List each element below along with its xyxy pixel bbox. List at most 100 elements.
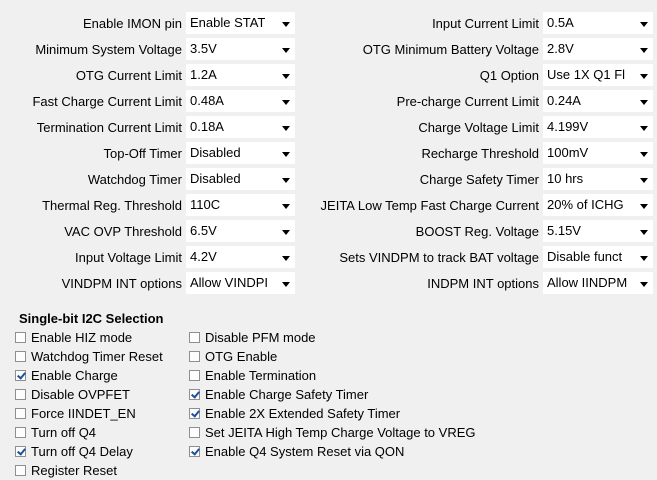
checkbox-unchecked-icon[interactable] xyxy=(15,427,26,438)
checkbox-unchecked-icon[interactable] xyxy=(15,408,26,419)
setting-label: Charge Safety Timer xyxy=(419,171,539,187)
vindpm-int-options-dropdown[interactable]: Allow VINDPI xyxy=(186,272,295,294)
dropdown-value: 0.18A xyxy=(190,119,224,134)
setting-label: Q1 Option xyxy=(479,67,539,83)
chevron-down-icon[interactable] xyxy=(282,100,290,105)
q1-option-dropdown[interactable]: Use 1X Q1 Fl xyxy=(543,64,653,86)
checkbox-enable-q4-system-reset-via-qon[interactable]: Enable Q4 System Reset via QON xyxy=(189,442,476,461)
dropdown-value: Enable STAT xyxy=(190,15,266,30)
i2c-section-title: Single-bit I2C Selection xyxy=(19,311,164,326)
checkbox-checked-icon[interactable] xyxy=(189,389,200,400)
minimum-system-voltage-dropdown[interactable]: 3.5V xyxy=(186,38,295,60)
chevron-down-icon[interactable] xyxy=(282,204,290,209)
chevron-down-icon[interactable] xyxy=(640,204,648,209)
charge-safety-timer-dropdown[interactable]: 10 hrs xyxy=(543,168,653,190)
settings-panel: Enable IMON pin Enable STAT Minimum System… xyxy=(0,0,657,310)
checkbox-watchdog-timer-reset[interactable]: Watchdog Timer Reset xyxy=(15,347,163,366)
setting-label: OTG Minimum Battery Voltage xyxy=(362,41,539,57)
checkbox-unchecked-icon[interactable] xyxy=(189,351,200,362)
jeita-low-temp-fast-charge-current-dropdown[interactable]: 20% of ICHG xyxy=(543,194,653,216)
checkbox-unchecked-icon[interactable] xyxy=(15,332,26,343)
sets-vindpm-to-track-bat-voltage-dropdown[interactable]: Disable funct xyxy=(543,246,653,268)
checkbox-unchecked-icon[interactable] xyxy=(189,332,200,343)
input-voltage-limit-dropdown[interactable]: 4.2V xyxy=(186,246,295,268)
chevron-down-icon[interactable] xyxy=(282,152,290,157)
setting-row-charge-voltage-limit: Charge Voltage Limit 4.199V xyxy=(300,114,657,140)
charge-voltage-limit-dropdown[interactable]: 4.199V xyxy=(543,116,653,138)
checkbox-enable-charge-safety-timer[interactable]: Enable Charge Safety Timer xyxy=(189,385,476,404)
checkbox-checked-icon[interactable] xyxy=(189,408,200,419)
checkbox-disable-ovpfet[interactable]: Disable OVPFET xyxy=(15,385,163,404)
chevron-down-icon[interactable] xyxy=(282,178,290,183)
checkbox-enable-hiz-mode[interactable]: Enable HIZ mode xyxy=(15,328,163,347)
setting-row-minimum-system-voltage: Minimum System Voltage 3.5V xyxy=(0,36,300,62)
otg-current-limit-dropdown[interactable]: 1.2A xyxy=(186,64,295,86)
dropdown-value: 20% of ICHG xyxy=(547,197,624,212)
checkbox-label: Watchdog Timer Reset xyxy=(31,349,163,364)
chevron-down-icon[interactable] xyxy=(282,74,290,79)
vac-ovp-threshold-dropdown[interactable]: 6.5V xyxy=(186,220,295,242)
dropdown-value: 2.8V xyxy=(547,41,574,56)
checkbox-unchecked-icon[interactable] xyxy=(189,370,200,381)
dropdown-value: Disable funct xyxy=(547,249,623,264)
watchdog-timer-dropdown[interactable]: Disabled xyxy=(186,168,295,190)
thermal-reg-threshold-dropdown[interactable]: 110C xyxy=(186,194,295,216)
checkbox-unchecked-icon[interactable] xyxy=(15,465,26,476)
chevron-down-icon[interactable] xyxy=(640,256,648,261)
setting-label: Thermal Reg. Threshold xyxy=(42,197,182,213)
chevron-down-icon[interactable] xyxy=(640,48,648,53)
chevron-down-icon[interactable] xyxy=(640,152,648,157)
settings-right-column: Input Current Limit 0.5A OTG Minimum Batte… xyxy=(300,10,657,296)
pre-charge-current-limit-dropdown[interactable]: 0.24A xyxy=(543,90,653,112)
setting-row-otg-minimum-battery-voltage: OTG Minimum Battery Voltage 2.8V xyxy=(300,36,657,62)
chevron-down-icon[interactable] xyxy=(640,126,648,131)
checkbox-enable-2x-extended-safety-timer[interactable]: Enable 2X Extended Safety Timer xyxy=(189,404,476,423)
checkbox-otg-enable[interactable]: OTG Enable xyxy=(189,347,476,366)
checkbox-turn-off-q4[interactable]: Turn off Q4 xyxy=(15,423,163,442)
enable-imon-pin-dropdown[interactable]: Enable STAT xyxy=(186,12,295,34)
checkbox-checked-icon[interactable] xyxy=(15,446,26,457)
checkbox-enable-charge[interactable]: Enable Charge xyxy=(15,366,163,385)
chevron-down-icon[interactable] xyxy=(282,256,290,261)
chevron-down-icon[interactable] xyxy=(640,74,648,79)
checkbox-register-reset[interactable]: Register Reset xyxy=(15,461,163,480)
checkbox-enable-termination[interactable]: Enable Termination xyxy=(189,366,476,385)
setting-label: Minimum System Voltage xyxy=(35,41,182,57)
checkbox-label: Disable PFM mode xyxy=(205,330,316,345)
i2c-checkbox-column-right: Disable PFM mode OTG Enable Enable Termina… xyxy=(189,328,476,461)
checkbox-disable-pfm-mode[interactable]: Disable PFM mode xyxy=(189,328,476,347)
chevron-down-icon[interactable] xyxy=(282,230,290,235)
chevron-down-icon[interactable] xyxy=(640,178,648,183)
checkbox-force-iindet-en[interactable]: Force IINDET_EN xyxy=(15,404,163,423)
otg-minimum-battery-voltage-dropdown[interactable]: 2.8V xyxy=(543,38,653,60)
i2c-checkbox-column-left: Enable HIZ mode Watchdog Timer Reset Enabl… xyxy=(15,328,163,480)
chevron-down-icon[interactable] xyxy=(282,126,290,131)
chevron-down-icon[interactable] xyxy=(640,22,648,27)
chevron-down-icon[interactable] xyxy=(282,22,290,27)
checkbox-checked-icon[interactable] xyxy=(15,370,26,381)
setting-label: Pre-charge Current Limit xyxy=(396,93,539,109)
checkbox-unchecked-icon[interactable] xyxy=(15,351,26,362)
indpm-int-options-dropdown[interactable]: Allow IINDPM xyxy=(543,272,653,294)
dropdown-value: 0.24A xyxy=(547,93,581,108)
checkbox-set-jeita-high-temp-charge-voltage-to-vreg[interactable]: Set JEITA High Temp Charge Voltage to VR… xyxy=(189,423,476,442)
chevron-down-icon[interactable] xyxy=(282,282,290,287)
input-current-limit-dropdown[interactable]: 0.5A xyxy=(543,12,653,34)
checkbox-turn-off-q4-delay[interactable]: Turn off Q4 Delay xyxy=(15,442,163,461)
setting-label: Enable IMON pin xyxy=(83,15,182,31)
checkbox-unchecked-icon[interactable] xyxy=(189,427,200,438)
checkbox-checked-icon[interactable] xyxy=(189,446,200,457)
boost-reg-voltage-dropdown[interactable]: 5.15V xyxy=(543,220,653,242)
chevron-down-icon[interactable] xyxy=(640,230,648,235)
checkbox-unchecked-icon[interactable] xyxy=(15,389,26,400)
setting-row-q1-option: Q1 Option Use 1X Q1 Fl xyxy=(300,62,657,88)
chevron-down-icon[interactable] xyxy=(640,100,648,105)
top-off-timer-dropdown[interactable]: Disabled xyxy=(186,142,295,164)
termination-current-limit-dropdown[interactable]: 0.18A xyxy=(186,116,295,138)
recharge-threshold-dropdown[interactable]: 100mV xyxy=(543,142,653,164)
chevron-down-icon[interactable] xyxy=(640,282,648,287)
checkbox-label: Register Reset xyxy=(31,463,117,478)
fast-charge-current-limit-dropdown[interactable]: 0.48A xyxy=(186,90,295,112)
chevron-down-icon[interactable] xyxy=(282,48,290,53)
dropdown-value: 110C xyxy=(190,197,221,212)
